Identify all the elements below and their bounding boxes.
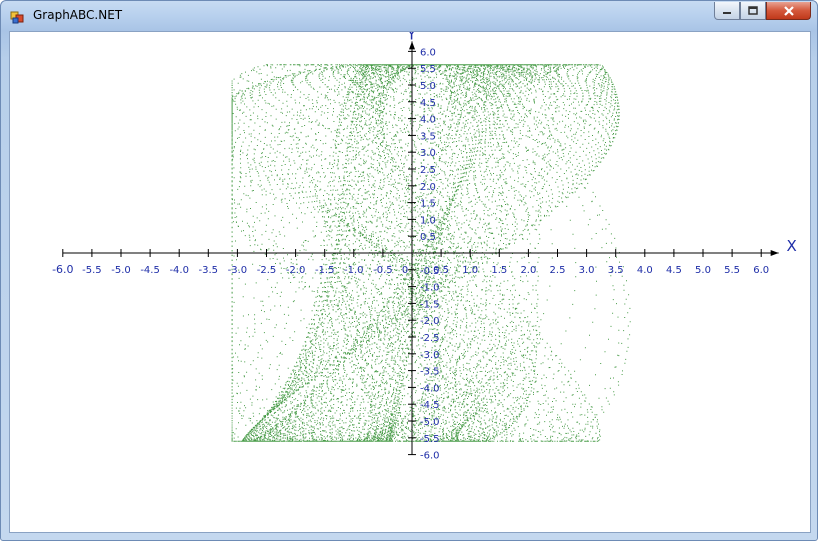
minimize-button[interactable]	[714, 2, 740, 20]
y-tick-label: 4.0	[420, 115, 436, 126]
y-tick-label: 1.5	[420, 199, 436, 210]
window-title: GraphABC.NET	[33, 8, 123, 22]
x-tick-label: 3.0	[579, 265, 595, 276]
plot-svg: X -6.0 -5.5 -5.0 -4.5 -4.0 -3.5 -3.0 -2.5 -2.0 -1.…	[52, 25, 797, 462]
y-tick-label: 2.5	[420, 165, 436, 176]
x-tick-label: -1.0	[344, 265, 364, 276]
x-tick-label: 4.5	[666, 265, 682, 276]
y-tick-label: 3.5	[420, 131, 436, 142]
close-button[interactable]	[766, 2, 811, 20]
graph-canvas: X -6.0 -5.5 -5.0 -4.5 -4.0 -3.5 -3.0 -2.5 -2.0 -1.…	[9, 25, 811, 533]
x-tick-label: -1.5	[315, 265, 335, 276]
x-tick-label: -5.0	[111, 265, 131, 276]
x-tick-label: 4.0	[637, 265, 653, 276]
y-tick-label: 3.0	[420, 148, 436, 159]
y-tick-label: -6.0	[420, 451, 440, 462]
y-axis-label: Y	[406, 32, 417, 43]
caption-buttons	[714, 2, 811, 22]
x-tick-label: 1.5	[491, 265, 507, 276]
y-tick-label: 1.0	[420, 215, 436, 226]
y-tick-label: 0.5	[420, 232, 436, 243]
y-tick-label: -3.5	[420, 367, 440, 378]
x-tick-label: 5.0	[695, 265, 711, 276]
y-tick-label: 5.5	[420, 64, 436, 75]
x-tick-label: -4.0	[169, 265, 189, 276]
x-axis-label: X	[786, 237, 796, 255]
x-tick-label: 2.0	[520, 265, 536, 276]
y-tick-label: -3.0	[420, 350, 440, 361]
y-tick-label: -4.5	[420, 400, 440, 411]
x-tick-label: 1.0	[462, 265, 478, 276]
x-tick-label: -6.0	[52, 263, 73, 276]
x-tick-label: 0	[402, 265, 408, 276]
x-tick-label: -0.5	[373, 265, 393, 276]
x-tick-label: -5.5	[82, 265, 102, 276]
y-tick-label: 5.0	[420, 81, 436, 92]
y-tick-label: 2.0	[420, 182, 436, 193]
minimize-icon	[723, 11, 731, 14]
x-tick-label: -3.5	[199, 265, 219, 276]
x-tick-label: 3.5	[608, 265, 624, 276]
y-tick-label: -4.0	[420, 383, 440, 394]
graphabc-app-icon	[10, 11, 24, 24]
maximize-icon	[748, 5, 758, 15]
y-tick-label: 6.0	[420, 47, 436, 58]
graphabc-window: GraphABC.NET X -6.0 -5.5 -5.0 -4.5 -4.0 -3.5 -3…	[0, 0, 818, 541]
x-axis-arrow	[770, 250, 779, 256]
x-tick-label: 2.5	[550, 265, 566, 276]
x-tick-label: 6.0	[753, 265, 769, 276]
x-tick-label: -2.0	[286, 265, 306, 276]
x-tick-label: -4.5	[140, 265, 160, 276]
y-tick-label: -5.0	[420, 417, 440, 428]
axes: X -6.0 -5.5 -5.0 -4.5 -4.0 -3.5 -3.0 -2.5 -2.0 -1.…	[52, 25, 797, 462]
close-icon	[783, 5, 794, 16]
y-tick-label: -5.5	[420, 434, 440, 445]
y-tick-label: -2.5	[420, 333, 440, 344]
x-tick-label: -2.5	[257, 265, 277, 276]
title-bar[interactable]: GraphABC.NET	[1, 1, 817, 31]
y-tick-label: -0.5	[420, 266, 440, 277]
y-tick-label: -2.0	[420, 316, 440, 327]
y-tick-label: 4.5	[420, 98, 436, 109]
y-tick-label: -1.0	[420, 283, 440, 294]
y-tick-label: -1.5	[420, 299, 440, 310]
x-tick-label: -3.0	[228, 265, 248, 276]
x-tick-label: 5.5	[724, 265, 740, 276]
maximize-button[interactable]	[740, 2, 766, 20]
